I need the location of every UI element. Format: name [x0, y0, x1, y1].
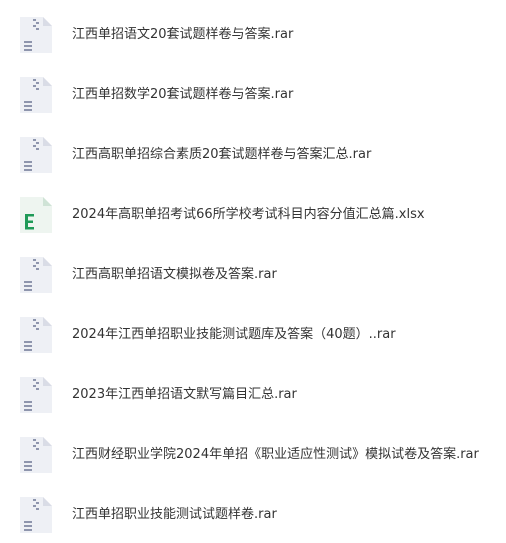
file-row[interactable]: 江西财经职业学院2024年单招《职业适应性测试》模拟试卷及答案.rar [0, 431, 506, 479]
file-row[interactable]: 江西单招语文20套试题样卷与答案.rar [0, 11, 506, 59]
archive-file-icon [18, 15, 54, 55]
archive-file-icon [18, 135, 54, 175]
archive-file-icon [18, 495, 54, 535]
file-row[interactable]: 2024年江西单招职业技能测试题库及答案（40题）..rar [0, 311, 506, 359]
file-name: 江西单招语文20套试题样卷与答案.rar [72, 27, 294, 42]
file-name: 2023年江西单招语文默写篇目汇总.rar [72, 387, 297, 402]
archive-file-icon [18, 435, 54, 475]
file-row[interactable]: 江西单招数学20套试题样卷与答案.rar [0, 71, 506, 119]
file-row[interactable]: 2023年江西单招语文默写篇目汇总.rar [0, 371, 506, 419]
file-name: 2024年高职单招考试66所学校考试科目内容分值汇总篇.xlsx [72, 207, 425, 222]
file-name: 江西单招职业技能测试试题样卷.rar [72, 507, 277, 522]
file-name: 2024年江西单招职业技能测试题库及答案（40题）..rar [72, 327, 396, 342]
file-row[interactable]: 2024年高职单招考试66所学校考试科目内容分值汇总篇.xlsx [0, 191, 506, 239]
archive-file-icon [18, 255, 54, 295]
archive-file-icon [18, 375, 54, 415]
archive-file-icon [18, 75, 54, 115]
excel-file-icon [18, 195, 54, 235]
file-row[interactable]: 江西高职单招综合素质20套试题样卷与答案汇总.rar [0, 131, 506, 179]
file-row[interactable]: 江西单招职业技能测试试题样卷.rar [0, 491, 506, 539]
archive-file-icon [18, 315, 54, 355]
file-name: 江西高职单招语文模拟卷及答案.rar [72, 267, 277, 282]
file-name: 江西财经职业学院2024年单招《职业适应性测试》模拟试卷及答案.rar [72, 447, 479, 462]
file-list: 江西单招语文20套试题样卷与答案.rar 江西单招数学20套试题样卷与答案.ra… [0, 0, 506, 543]
file-name: 江西单招数学20套试题样卷与答案.rar [72, 87, 294, 102]
file-name: 江西高职单招综合素质20套试题样卷与答案汇总.rar [72, 147, 372, 162]
file-row[interactable]: 江西高职单招语文模拟卷及答案.rar [0, 251, 506, 299]
